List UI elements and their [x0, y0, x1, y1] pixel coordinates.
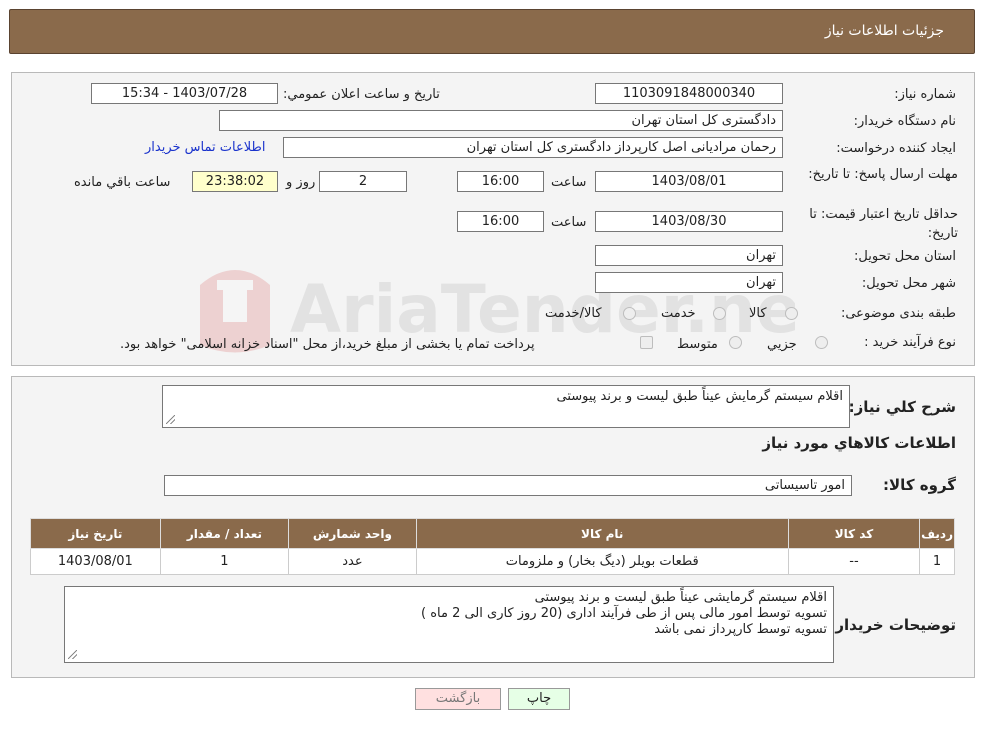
buyer-notes-label: توضيحات خريدار:	[829, 616, 956, 634]
group-field: امور تاسیساتی	[164, 475, 852, 496]
process-minor-radio[interactable]	[815, 336, 828, 349]
resize-grip-icon[interactable]	[68, 650, 77, 659]
col-date: تاريخ نياز	[30, 518, 161, 549]
city-label: شهر محل تحويل:	[861, 276, 956, 291]
city-field: تهران	[595, 272, 783, 293]
days-field: 2	[319, 171, 407, 192]
province-label: استان محل تحويل:	[854, 249, 956, 264]
cell-code: --	[787, 548, 921, 575]
col-code: کد کالا	[787, 518, 921, 549]
announce-label: تاریخ و ساعت اعلان عمومي:	[283, 87, 440, 102]
col-unit: واحد شمارش	[288, 518, 417, 549]
validity-label: حداقل تاريخ اعتبار قيمت: تا تاريخ:	[809, 207, 958, 241]
buyer-notes-line: تسویه توسط امور مالی پس از طی فرآیند ادا…	[420, 606, 827, 621]
cell-name: قطعات بویلر (دیگ بخار) و ملزومات	[415, 548, 789, 575]
days-label: روز و	[286, 175, 316, 190]
deadline-label: مهلت ارسال پاسخ: تا تاريخ:	[808, 167, 958, 182]
province-field: تهران	[595, 245, 783, 266]
process-medium-radio[interactable]	[729, 336, 742, 349]
category-goods-radio[interactable]	[785, 307, 798, 320]
page-title: جزئیات اطلاعات نیاز	[824, 23, 944, 39]
need-number-label: شماره نیاز:	[894, 87, 956, 102]
summary-textarea[interactable]: اقلام سیستم گرمایش عیناً طبق لیست و برند…	[162, 385, 850, 428]
summary-label: شرح کلي نياز:	[848, 398, 956, 416]
buyer-label: نام دستگاه خريدار:	[853, 114, 956, 129]
deadline-time-label: ساعت	[551, 175, 587, 190]
table-row: 1 -- قطعات بویلر (دیگ بخار) و ملزومات عد…	[30, 548, 955, 575]
category-label: طبقه بندی موضوعی:	[840, 306, 956, 321]
deadline-time-field: 16:00	[457, 171, 544, 192]
category-service-label: خدمت	[661, 306, 696, 321]
items-table: رديف کد کالا نام کالا واحد شمارش تعداد /…	[30, 518, 955, 575]
buyer-field: دادگستری کل استان تهران	[219, 110, 783, 131]
col-row: رديف	[919, 518, 955, 549]
category-service-radio[interactable]	[713, 307, 726, 320]
need-number-field: 1103091848000340	[595, 83, 783, 104]
process-minor-label: جزيي	[767, 337, 797, 352]
validity-time-label: ساعت	[551, 215, 587, 230]
group-label: گروه کالا:	[883, 476, 956, 494]
col-quantity: تعداد / مقدار	[159, 518, 290, 549]
cell-quantity: 1	[159, 548, 290, 575]
category-goods-service-radio[interactable]	[623, 307, 636, 320]
announce-field: 1403/07/28 - 15:34	[91, 83, 278, 104]
treasury-checkbox[interactable]	[640, 336, 653, 349]
remaining-time-field: 23:38:02	[192, 171, 278, 192]
buyer-notes-textarea[interactable]: اقلام سیستم گرمایشی عیناً طبق لیست و برن…	[64, 586, 834, 663]
creator-label: ايجاد کننده درخواست:	[836, 141, 956, 156]
validity-time-field: 16:00	[457, 211, 544, 232]
col-name: نام کالا	[415, 518, 789, 549]
buyer-notes-line: تسویه توسط کارپرداز نمی باشد	[654, 622, 827, 637]
creator-field: رحمان مرادیانی اصل کارپرداز دادگستری کل …	[283, 137, 783, 158]
category-goods-service-label: کالا/خدمت	[545, 306, 602, 321]
buyer-notes-line: اقلام سیستم گرمایشی عیناً طبق لیست و برن…	[534, 590, 827, 605]
remaining-label: ساعت باقي مانده	[74, 175, 171, 190]
category-goods-label: کالا	[749, 306, 767, 321]
cell-date: 1403/08/01	[30, 548, 161, 575]
page-header: جزئیات اطلاعات نیاز	[9, 9, 975, 54]
table-header-row: رديف کد کالا نام کالا واحد شمارش تعداد /…	[30, 518, 955, 549]
process-label: نوع فرآيند خريد :	[864, 335, 956, 350]
back-button[interactable]: بازگشت	[415, 688, 501, 710]
deadline-date-field: 1403/08/01	[595, 171, 783, 192]
cell-unit: عدد	[288, 548, 417, 575]
process-note: پرداخت تمام يا بخشی از مبلغ خريد،از محل …	[120, 337, 535, 352]
process-medium-label: متوسط	[677, 337, 718, 352]
goods-info-title: اطلاعات کالاهاي مورد نياز	[762, 434, 956, 452]
resize-grip-icon[interactable]	[166, 415, 175, 424]
cell-row: 1	[919, 548, 955, 575]
print-button[interactable]: چاپ	[508, 688, 570, 710]
buyer-contact-link[interactable]: اطلاعات تماس خريدار	[145, 140, 265, 155]
summary-text: اقلام سیستم گرمایش عیناً طبق لیست و برند…	[556, 389, 844, 404]
validity-date-field: 1403/08/30	[595, 211, 783, 232]
